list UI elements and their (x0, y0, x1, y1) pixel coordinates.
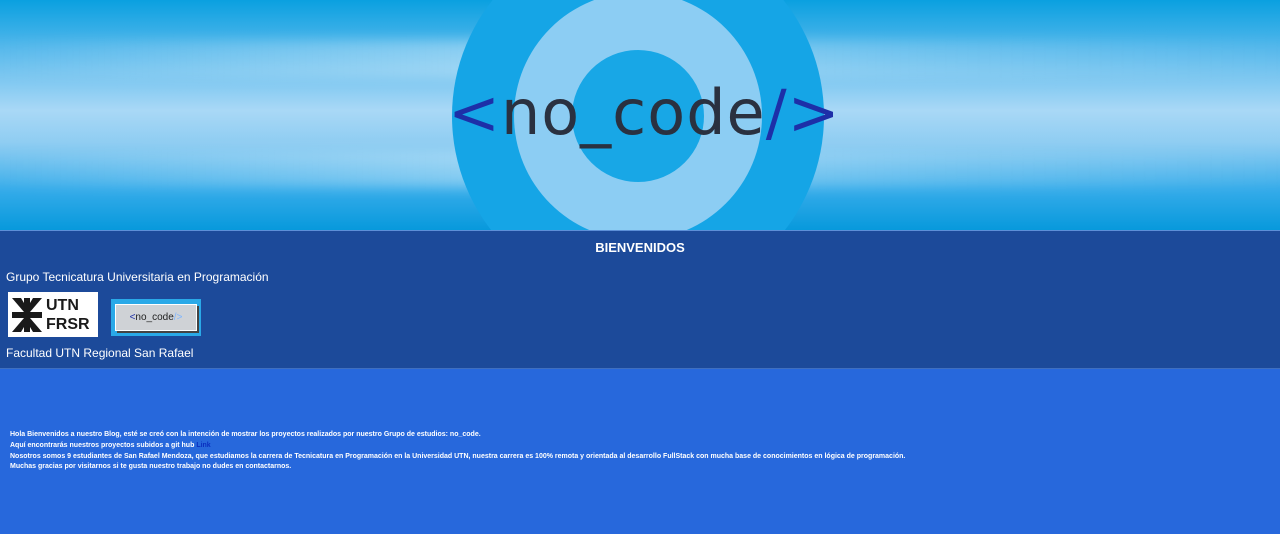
utn-emblem-icon (12, 297, 42, 332)
welcome-title: BIENVENIDOS (595, 240, 685, 255)
intro-line-2: Aquí encontrarás nuestros proyectos subi… (10, 441, 1270, 452)
intro-line-2-text: Aquí encontrarás nuestros proyectos subi… (10, 441, 197, 449)
faculty-text: Facultad UTN Regional San Rafael (6, 346, 194, 360)
badge-word: no_code (135, 312, 174, 323)
intro-line-3: Nosotros somos 9 estudiantes de San Rafa… (10, 452, 906, 460)
hero-logo-close-bracket: /> (765, 76, 841, 149)
hero-logo: <no_code/> (448, 68, 840, 158)
hero-logo-open-bracket: < (448, 76, 501, 149)
utn-logo-text: UTN FRSR (46, 296, 90, 334)
intro-line-1: Hola Bienvenidos a nuestro Blog, esté se… (10, 431, 481, 438)
hero-logo-word: no_code (500, 76, 766, 149)
hero-banner: <no_code/> (0, 0, 1280, 230)
nocode-badge-image[interactable]: < no_code/> (111, 299, 201, 336)
intro-line-4: Muchas gracias por visitarnos si te gust… (10, 463, 292, 471)
badge-close-bracket: /> (173, 312, 183, 323)
utn-frsr-logo[interactable]: UTN FRSR (8, 292, 98, 337)
group-description: Grupo Tecnicatura Universitaria en Progr… (6, 270, 269, 284)
nocode-badge-inner: < no_code/> (115, 304, 197, 331)
utn-logo-line2: FRSR (46, 315, 90, 333)
welcome-band: BIENVENIDOS Grupo Tecnicatura Universita… (0, 230, 1280, 369)
blog-intro: Hola Bienvenidos a nuestro Blog, esté se… (10, 430, 1270, 473)
github-link[interactable]: Link (196, 442, 210, 449)
utn-logo-line1: UTN (46, 296, 79, 314)
